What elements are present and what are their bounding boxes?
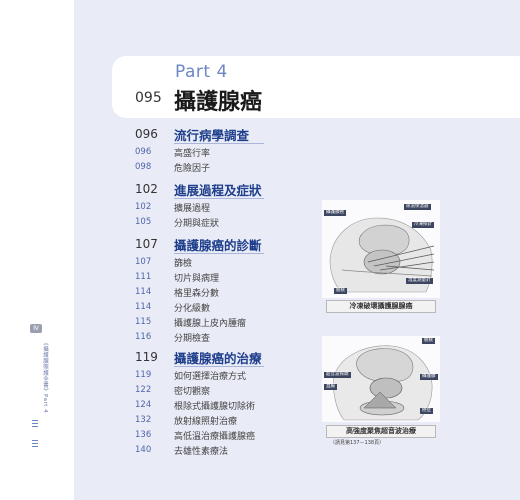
- item-label: 放射線照射治療: [174, 417, 238, 427]
- figure-label: 尿道保溫器: [404, 204, 431, 210]
- figure-label: 膀胱: [334, 288, 347, 294]
- item-page: 122: [135, 385, 152, 395]
- toc-item[interactable]: 140 去雄性素療法: [135, 444, 315, 459]
- figure-label: 癌症: [420, 408, 433, 414]
- figure-label: 超音波探頭: [324, 372, 351, 378]
- toc-section: 107 攝護腺癌的診斷 107 篩檢 111 切片與病理 114 格里森分數 114 分…: [135, 234, 315, 346]
- part-tab: Ⅳ: [30, 324, 42, 333]
- item-label: 高盛行率: [174, 149, 211, 159]
- toc-item[interactable]: 115 攝護腺上皮內腫瘤: [135, 316, 315, 331]
- toc-item[interactable]: 124 根除式攝護腺切除術: [135, 399, 315, 414]
- figure-label: 直腸: [324, 384, 337, 390]
- toc-section: 096 流行病學調查 096 高盛行率 098 危險因子: [135, 124, 315, 176]
- section-page: 107: [135, 237, 158, 251]
- part-page-number: 095: [135, 90, 162, 106]
- figure-label: 膀胱: [422, 338, 435, 344]
- figure-label: 攝護腺: [420, 374, 438, 380]
- item-page: 102: [135, 202, 152, 212]
- toc-item[interactable]: 119 如何選擇治療方式: [135, 369, 315, 384]
- section-title[interactable]: 攝護腺癌的治療: [174, 348, 262, 367]
- item-label: 危險因子: [174, 164, 211, 174]
- item-label: 擴展過程: [174, 204, 211, 214]
- section-page: 102: [135, 182, 158, 196]
- toc-item[interactable]: 096 高盛行率: [135, 146, 315, 161]
- item-label: 格里森分數: [174, 289, 220, 299]
- toc-item[interactable]: 098 危險因子: [135, 161, 315, 176]
- book-running-title: 《攝護腺照護全書》Part 4: [42, 340, 48, 414]
- toc-item[interactable]: 111 切片與病理: [135, 271, 315, 286]
- figure-label: 溫度測量針: [406, 278, 433, 284]
- item-page: 140: [135, 445, 152, 455]
- figure-note: （請見第137－138頁）: [330, 440, 385, 446]
- hifu-figure: 膀胱 攝護腺 超音波探頭 直腸 癌症: [322, 336, 440, 422]
- item-page: 119: [135, 370, 152, 380]
- section-rule: [174, 366, 264, 367]
- menu-icon: [32, 420, 38, 427]
- item-page: 124: [135, 400, 152, 410]
- toc-item[interactable]: 136 高低溫治療攝護腺癌: [135, 429, 315, 444]
- item-page: 114: [135, 302, 152, 312]
- item-label: 切片與病理: [174, 274, 220, 284]
- toc-section: 102 進展過程及症狀 102 擴展過程 105 分期與症狀: [135, 179, 315, 231]
- part-title: 攝護腺癌: [174, 90, 263, 115]
- toc-item[interactable]: 107 篩檢: [135, 256, 315, 271]
- item-page: 136: [135, 430, 152, 440]
- item-page: 132: [135, 415, 152, 425]
- item-label: 去雄性素療法: [174, 447, 229, 457]
- item-label: 篩檢: [174, 259, 193, 269]
- item-label: 分期與症狀: [174, 219, 220, 229]
- figure-caption: 冷凍破壞攝護腺腺癌: [326, 300, 436, 313]
- toc-item[interactable]: 132 放射線照射治療: [135, 414, 315, 429]
- item-page: 098: [135, 162, 152, 172]
- section-title[interactable]: 流行病學調查: [174, 125, 249, 144]
- item-label: 如何選擇治療方式: [174, 372, 247, 382]
- item-page: 096: [135, 147, 152, 157]
- toc-item[interactable]: 114 分化級數: [135, 301, 315, 316]
- item-label: 根除式攝護腺切除術: [174, 402, 256, 412]
- menu-icon: [32, 440, 38, 447]
- section-rule: [174, 198, 264, 199]
- item-label: 分化級數: [174, 304, 211, 314]
- section-title[interactable]: 進展過程及症狀: [174, 180, 262, 199]
- figure-caption-text: 高強度聚焦超音波治療: [346, 427, 416, 435]
- item-page: 114: [135, 287, 152, 297]
- item-label: 攝護腺上皮內腫瘤: [174, 319, 247, 329]
- section-title[interactable]: 攝護腺癌的診斷: [174, 235, 262, 254]
- toc-item[interactable]: 114 格里森分數: [135, 286, 315, 301]
- item-page: 107: [135, 257, 152, 267]
- part-label: Part 4: [175, 62, 228, 82]
- toc-section: 119 攝護腺癌的治療 119 如何選擇治療方式 122 密切觀察 124 根除式攝護…: [135, 347, 315, 459]
- item-page: 115: [135, 317, 152, 327]
- toc-item[interactable]: 116 分期檢查: [135, 331, 315, 346]
- item-label: 密切觀察: [174, 387, 211, 397]
- toc-item[interactable]: 102 擴展過程: [135, 201, 315, 216]
- item-page: 105: [135, 217, 152, 227]
- toc-item[interactable]: 122 密切觀察: [135, 384, 315, 399]
- figure-label: 冷凍探針: [412, 222, 434, 228]
- figure-caption: 高強度聚焦超音波治療: [326, 425, 436, 438]
- cryoablation-figure: 攝護腺癌 尿道保溫器 冷凍探針 溫度測量針 膀胱: [322, 200, 440, 298]
- section-page: 119: [135, 350, 158, 364]
- item-page: 111: [135, 272, 152, 282]
- figure-label: 攝護腺癌: [324, 210, 346, 216]
- section-rule: [174, 253, 264, 254]
- figure-caption-text: 冷凍破壞攝護腺腺癌: [349, 302, 413, 310]
- section-page: 096: [135, 127, 158, 141]
- toc-item[interactable]: 105 分期與症狀: [135, 216, 315, 231]
- item-label: 高低溫治療攝護腺癌: [174, 432, 256, 442]
- item-page: 116: [135, 332, 152, 342]
- item-label: 分期檢查: [174, 334, 211, 344]
- section-rule: [174, 143, 264, 144]
